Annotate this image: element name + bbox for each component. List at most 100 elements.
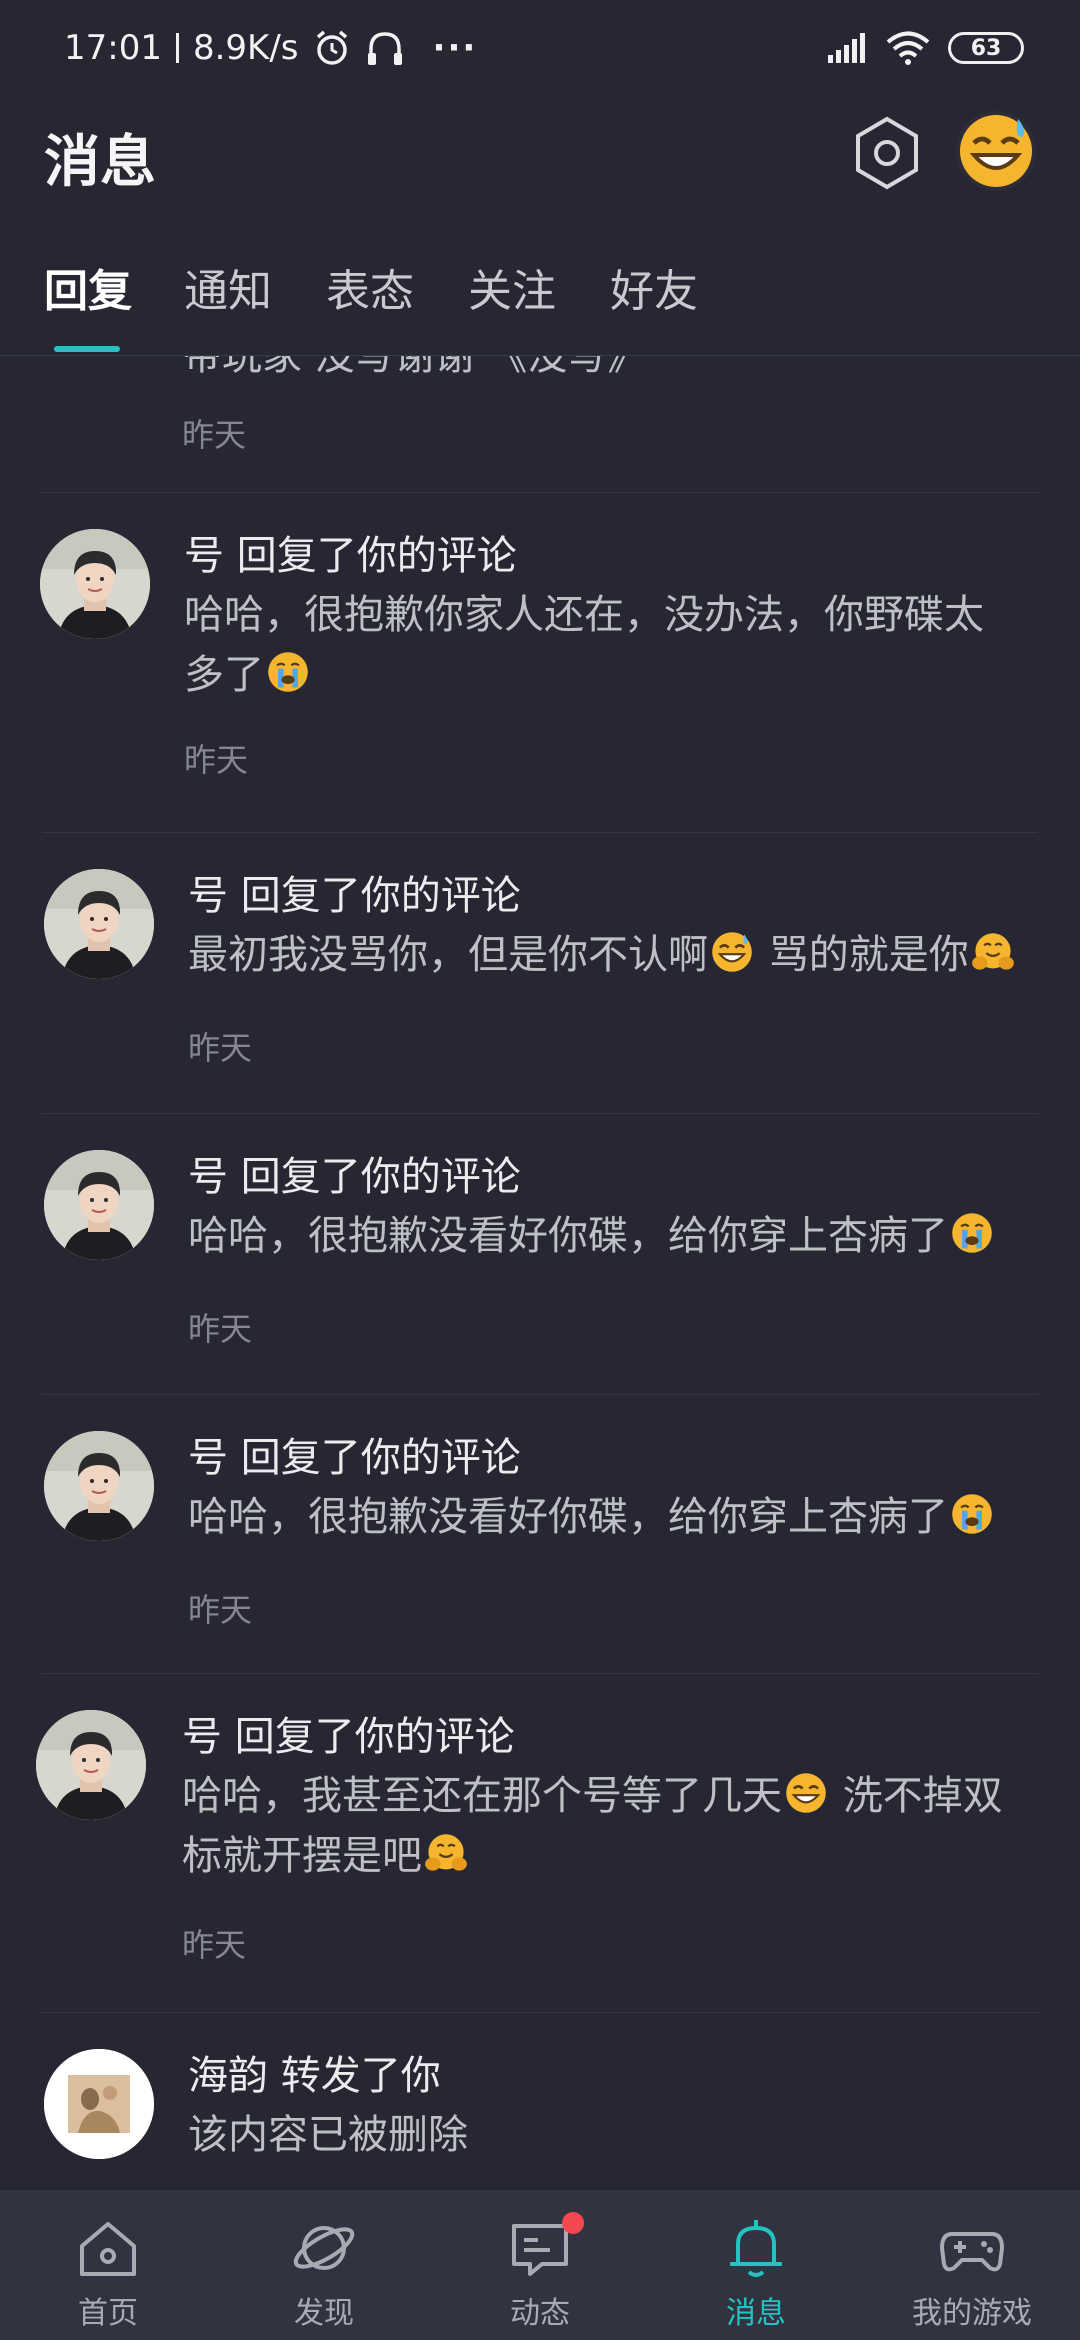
list-item[interactable]: 号 回复了你的评论 哈哈，我甚至还在那个号等了几天 洗不掉双标就开摆是吧 昨天 [0, 1674, 1080, 2012]
item-body: 该内容已被删除 [188, 2112, 468, 2158]
item-action: 回复了你的评论 [234, 1714, 515, 1760]
hexagon-settings-icon [856, 116, 918, 190]
avatar[interactable] [44, 2049, 154, 2159]
battery-level: 63 [970, 35, 1002, 61]
status-time: 17:01 [64, 28, 162, 68]
item-body-text: 最初我没骂你，但是你不认啊 [188, 932, 708, 978]
item-action: 回复了你的评论 [240, 873, 521, 919]
signal-icon [828, 33, 865, 63]
tab-notice[interactable]: 通知 [184, 255, 272, 319]
item-title: 号 回复了你的评论 [184, 523, 517, 581]
item-body: 哈哈，很抱歉你家人还在，没办法，你野碟太多了 [184, 585, 1014, 705]
list-item[interactable]: 号 回复了你的评论 哈哈，很抱歉你家人还在，没办法，你野碟太多了 昨天 [0, 493, 1080, 832]
list-item-partial[interactable]: 带玩家 没写谢谢 《没写》 昨天 [0, 356, 1080, 492]
message-tabs: 回复 通知 表态 关注 好友 [0, 255, 1080, 356]
avatar[interactable] [44, 869, 154, 979]
item-time: 昨天 [184, 741, 249, 779]
item-action: 回复了你的评论 [236, 533, 517, 579]
loudly-crying-emoji-icon [267, 651, 309, 693]
status-right: 63 [828, 28, 1024, 68]
item-user[interactable]: 号 [182, 1714, 222, 1760]
item-user[interactable]: 海韵 [188, 2053, 268, 2099]
nav-label: 发现 [294, 2296, 354, 2331]
tab-friends[interactable]: 好友 [610, 255, 698, 319]
item-time: 昨天 [182, 1926, 247, 1964]
loudly-crying-emoji-icon [951, 1493, 993, 1535]
list-item[interactable]: 号 回复了你的评论 哈哈，很抱歉没看好你碟，给你穿上杏病了 昨天 [0, 1114, 1080, 1394]
nav-feed[interactable]: 动态 [432, 2190, 648, 2340]
item-body: 哈哈，很抱歉没看好你碟，给你穿上杏病了 [188, 1206, 1018, 1266]
list-item[interactable]: 号 回复了你的评论 哈哈，很抱歉没看好你碟，给你穿上杏病了 昨天 [0, 1395, 1080, 1673]
nav-messages[interactable]: 消息 [648, 2190, 864, 2340]
item-user[interactable]: 号 [188, 1154, 228, 1200]
item-action: 转发了你 [280, 2053, 441, 2099]
item-title: 海韵 转发了你 [188, 2043, 441, 2101]
hugging-emoji-icon [970, 932, 1015, 971]
item-action: 回复了你的评论 [240, 1435, 521, 1481]
item-time: 昨天 [182, 416, 247, 454]
item-body-text-2: 骂的就是你 [756, 932, 969, 978]
grinning-sweat-emoji-icon [710, 930, 754, 974]
item-time: 昨天 [188, 1591, 253, 1629]
grinning-sweat-emoji-icon [956, 111, 1036, 191]
user-avatar[interactable] [956, 111, 1036, 191]
item-title: 号 回复了你的评论 [188, 1425, 521, 1483]
planet-icon [293, 2226, 355, 2270]
item-body: 最初我没骂你，但是你不认啊 骂的就是你 [188, 925, 1048, 985]
wifi-icon [886, 31, 930, 65]
item-user[interactable]: 号 [188, 873, 228, 919]
item-time: 昨天 [188, 1029, 253, 1067]
reply-feed[interactable]: 带玩家 没写谢谢 《没写》 昨天 号 回复了你的评论 哈哈，很抱歉你家人还在，没… [0, 356, 1080, 2190]
header: 消息 [0, 95, 1080, 215]
item-action: 回复了你的评论 [240, 1154, 521, 1200]
avatar[interactable] [44, 1431, 154, 1541]
status-separator [175, 33, 179, 63]
person-avatar-icon [44, 1431, 154, 1541]
item-body-text: 哈哈，我甚至还在那个号等了几天 [182, 1773, 782, 1819]
item-title: 号 回复了你的评论 [188, 863, 521, 921]
home-icon [80, 2222, 136, 2276]
status-more: ··· [432, 28, 478, 68]
bell-icon [730, 2220, 782, 2277]
item-body-text: 哈哈，很抱歉没看好你碟，给你穿上杏病了 [188, 1213, 948, 1259]
item-title: 号 回复了你的评论 [188, 1144, 521, 1202]
tab-reply[interactable]: 回复 [44, 255, 132, 319]
bottom-navigation: 首页 发现 动态 消息 我的游戏 [0, 2190, 1080, 2340]
item-body: 带玩家 没写谢谢 《没写》 [182, 356, 648, 379]
tab-follow[interactable]: 关注 [468, 255, 556, 319]
grinning-emoji-icon [784, 1771, 828, 1815]
status-left: 17:01 8.9K/s ··· [64, 24, 477, 72]
nav-label: 动态 [510, 2296, 570, 2331]
battery-indicator: 63 [948, 32, 1024, 64]
gamepad-icon [940, 2232, 1004, 2272]
item-body: 哈哈，很抱歉没看好你碟，给你穿上杏病了 [188, 1487, 1018, 1547]
item-user[interactable]: 号 [188, 1435, 228, 1481]
nav-label: 首页 [78, 2296, 138, 2331]
settings-button[interactable] [852, 113, 922, 193]
person-avatar-icon [36, 1710, 146, 1820]
person-avatar-icon [40, 529, 150, 639]
person-avatar-icon [44, 869, 154, 979]
avatar[interactable] [44, 1150, 154, 1260]
nav-label: 消息 [726, 2296, 786, 2331]
nav-my-games[interactable]: 我的游戏 [864, 2190, 1080, 2340]
nav-home[interactable]: 首页 [0, 2190, 216, 2340]
item-body-text: 哈哈，很抱歉没看好你碟，给你穿上杏病了 [188, 1494, 948, 1540]
item-user[interactable]: 号 [184, 533, 224, 579]
user-photo-icon [44, 2049, 154, 2159]
avatar[interactable] [36, 1710, 146, 1820]
list-item[interactable]: 号 回复了你的评论 最初我没骂你，但是你不认啊 骂的就是你 昨天 [0, 833, 1080, 1113]
status-net-speed: 8.9K/s [192, 28, 299, 68]
list-item[interactable]: 海韵 转发了你 该内容已被删除 [0, 2013, 1080, 2190]
item-title: 号 回复了你的评论 [182, 1704, 515, 1762]
item-time: 昨天 [188, 1310, 253, 1348]
hugging-emoji-icon [424, 1833, 468, 1872]
person-avatar-icon [44, 1150, 154, 1260]
item-body: 哈哈，我甚至还在那个号等了几天 洗不掉双标就开摆是吧 [182, 1766, 1042, 1886]
notification-dot [562, 2212, 584, 2234]
avatar[interactable] [40, 529, 150, 639]
alarm-icon [316, 30, 347, 65]
nav-discover[interactable]: 发现 [216, 2190, 432, 2340]
tab-reaction[interactable]: 表态 [326, 255, 414, 319]
nav-label: 我的游戏 [912, 2296, 1032, 2331]
